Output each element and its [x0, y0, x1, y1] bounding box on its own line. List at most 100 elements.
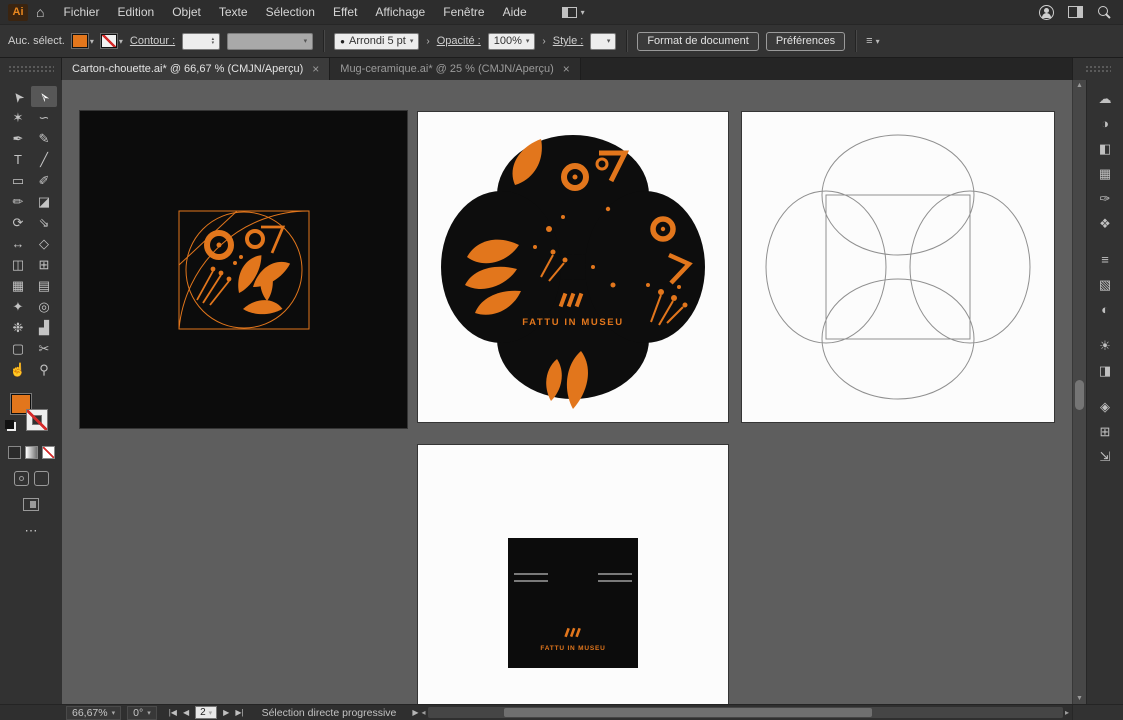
- menu-item[interactable]: Sélection: [257, 0, 324, 24]
- column-graph-tool[interactable]: ▟: [31, 317, 57, 338]
- artboard-4[interactable]: FATTU IN MUSEU: [418, 445, 728, 704]
- search-icon[interactable]: [1097, 5, 1111, 19]
- fill-color-control[interactable]: ▾: [72, 34, 94, 48]
- stroke-color-swatch[interactable]: [27, 410, 47, 430]
- tab-close-icon[interactable]: ×: [563, 63, 570, 75]
- opacity-input[interactable]: 100% ▾: [488, 33, 536, 50]
- default-fill-stroke-icon[interactable]: [5, 420, 14, 429]
- libraries-panel-icon[interactable]: ☁: [1092, 86, 1118, 111]
- none-button[interactable]: [42, 446, 55, 459]
- toolbar-grip[interactable]: [0, 58, 62, 80]
- artboard-2[interactable]: FATTU IN MUSEU: [418, 112, 728, 422]
- color-button[interactable]: [8, 446, 21, 459]
- shaper-tool[interactable]: ✏: [5, 191, 31, 212]
- scale-tool[interactable]: ⇘: [31, 212, 57, 233]
- gradient-button[interactable]: [25, 446, 38, 459]
- eyedropper-tool[interactable]: ✦: [5, 296, 31, 317]
- vertical-scrollbar[interactable]: ▲ ▼: [1072, 80, 1086, 704]
- tab-close-icon[interactable]: ×: [312, 63, 319, 75]
- horizontal-scroll-thumb[interactable]: [504, 708, 873, 717]
- rotate-tool[interactable]: ⟳: [5, 212, 31, 233]
- slice-tool[interactable]: ✂: [31, 338, 57, 359]
- graphic-styles-panel-icon[interactable]: ◨: [1092, 358, 1118, 383]
- color-guide-panel-icon[interactable]: ◧: [1092, 136, 1118, 161]
- document-tab[interactable]: Mug-ceramique.ai* @ 25 % (CMJN/Aperçu) ×: [330, 58, 581, 80]
- appearance-panel-icon[interactable]: ☀: [1092, 333, 1118, 358]
- curvature-tool[interactable]: ✎: [31, 128, 57, 149]
- menu-item[interactable]: Objet: [163, 0, 210, 24]
- align-options-control[interactable]: ≡ ▾: [866, 35, 879, 47]
- draw-normal-mode-icon[interactable]: [14, 471, 29, 486]
- asset-export-panel-icon[interactable]: ⇲: [1092, 444, 1118, 469]
- preferences-button[interactable]: Préférences: [766, 32, 845, 51]
- scroll-up-icon[interactable]: ▲: [1076, 82, 1083, 89]
- magic-wand-tool[interactable]: ✶: [5, 107, 31, 128]
- account-icon[interactable]: [1039, 5, 1054, 20]
- stroke-panel-icon[interactable]: ≡: [1092, 247, 1118, 272]
- zoom-dropdown[interactable]: 66,67% ▾: [66, 706, 121, 720]
- width-tool[interactable]: ↔: [5, 233, 31, 254]
- width-profile-dropdown[interactable]: ● Arrondi 5 pt ▾: [334, 33, 419, 50]
- menu-item[interactable]: Fichier: [54, 0, 108, 24]
- paintbrush-tool[interactable]: ✐: [31, 170, 57, 191]
- artboard-1[interactable]: [80, 111, 407, 428]
- next-artboard-button[interactable]: ▶: [223, 708, 229, 717]
- flyout-chevron-icon[interactable]: ›: [426, 36, 429, 47]
- status-expand-icon[interactable]: ▶: [412, 708, 418, 717]
- menu-item[interactable]: Effet: [324, 0, 366, 24]
- pen-tool[interactable]: ✒: [5, 128, 31, 149]
- scroll-down-icon[interactable]: ▼: [1076, 695, 1083, 702]
- symbols-panel-icon[interactable]: ❖: [1092, 211, 1118, 236]
- scroll-left-icon[interactable]: ◂: [422, 708, 426, 717]
- menu-item[interactable]: Affichage: [366, 0, 434, 24]
- artboard-number-dropdown[interactable]: 2 ▾: [195, 706, 217, 719]
- zoom-tool[interactable]: ⚲: [31, 359, 57, 380]
- artboards-panel-icon[interactable]: ⊞: [1092, 419, 1118, 444]
- swatches-panel-icon[interactable]: ▦: [1092, 161, 1118, 186]
- canvas[interactable]: FATTU IN MUSEU: [62, 80, 1072, 704]
- type-tool[interactable]: T: [5, 149, 31, 170]
- gradient-tool[interactable]: ▤: [31, 275, 57, 296]
- first-artboard-button[interactable]: |◀: [169, 708, 177, 717]
- menu-item[interactable]: Fenêtre: [434, 0, 493, 24]
- menu-item[interactable]: Texte: [210, 0, 257, 24]
- symbol-sprayer-tool[interactable]: ❉: [5, 317, 31, 338]
- free-transform-tool[interactable]: ◇: [31, 233, 57, 254]
- style-panel-link[interactable]: Style :: [553, 35, 584, 47]
- line-segment-tool[interactable]: ╱: [31, 149, 57, 170]
- horizontal-scrollbar[interactable]: ◂ ▸: [422, 707, 1069, 718]
- perspective-grid-tool[interactable]: ⊞: [31, 254, 57, 275]
- style-dropdown[interactable]: ▾: [590, 33, 616, 50]
- flyout-chevron-icon[interactable]: ›: [542, 36, 545, 47]
- hand-tool[interactable]: ☝: [5, 359, 31, 380]
- toolbar-more-icon[interactable]: ⋯: [25, 523, 38, 539]
- workspace-switcher[interactable]: ▾: [562, 7, 585, 18]
- shape-builder-tool[interactable]: ◫: [5, 254, 31, 275]
- draw-behind-mode-icon[interactable]: [34, 471, 49, 486]
- panel-strip-grip[interactable]: [1072, 58, 1123, 80]
- arrange-documents-icon[interactable]: [1068, 6, 1083, 18]
- change-screen-mode-icon[interactable]: [23, 498, 39, 511]
- artboard-3[interactable]: [742, 112, 1054, 422]
- menu-item[interactable]: Aide: [494, 0, 536, 24]
- selection-tool[interactable]: ➤: [5, 86, 31, 107]
- stroke-weight-input[interactable]: ▴▾: [182, 33, 220, 50]
- brush-definition-dropdown[interactable]: ▾: [227, 33, 313, 50]
- home-icon[interactable]: ⌂: [36, 5, 44, 19]
- color-panel-icon[interactable]: ◑: [1092, 111, 1118, 136]
- rectangle-tool[interactable]: ▭: [5, 170, 31, 191]
- eraser-tool[interactable]: ◪: [31, 191, 57, 212]
- direct-selection-tool[interactable]: ➢: [31, 86, 57, 107]
- document-setup-button[interactable]: Format de document: [637, 32, 759, 51]
- layers-panel-icon[interactable]: ◈: [1092, 394, 1118, 419]
- menu-item[interactable]: Edition: [108, 0, 163, 24]
- opacity-panel-link[interactable]: Opacité :: [437, 35, 481, 47]
- artboard-tool[interactable]: ▢: [5, 338, 31, 359]
- stroke-panel-link[interactable]: Contour :: [130, 35, 175, 47]
- previous-artboard-button[interactable]: ◀: [183, 708, 189, 717]
- transparency-panel-icon[interactable]: ◐: [1092, 297, 1118, 322]
- last-artboard-button[interactable]: ▶|: [235, 708, 243, 717]
- vertical-scroll-thumb[interactable]: [1075, 380, 1084, 410]
- lasso-tool[interactable]: ∽: [31, 107, 57, 128]
- stepper-arrows-icon[interactable]: ▴▾: [212, 37, 215, 45]
